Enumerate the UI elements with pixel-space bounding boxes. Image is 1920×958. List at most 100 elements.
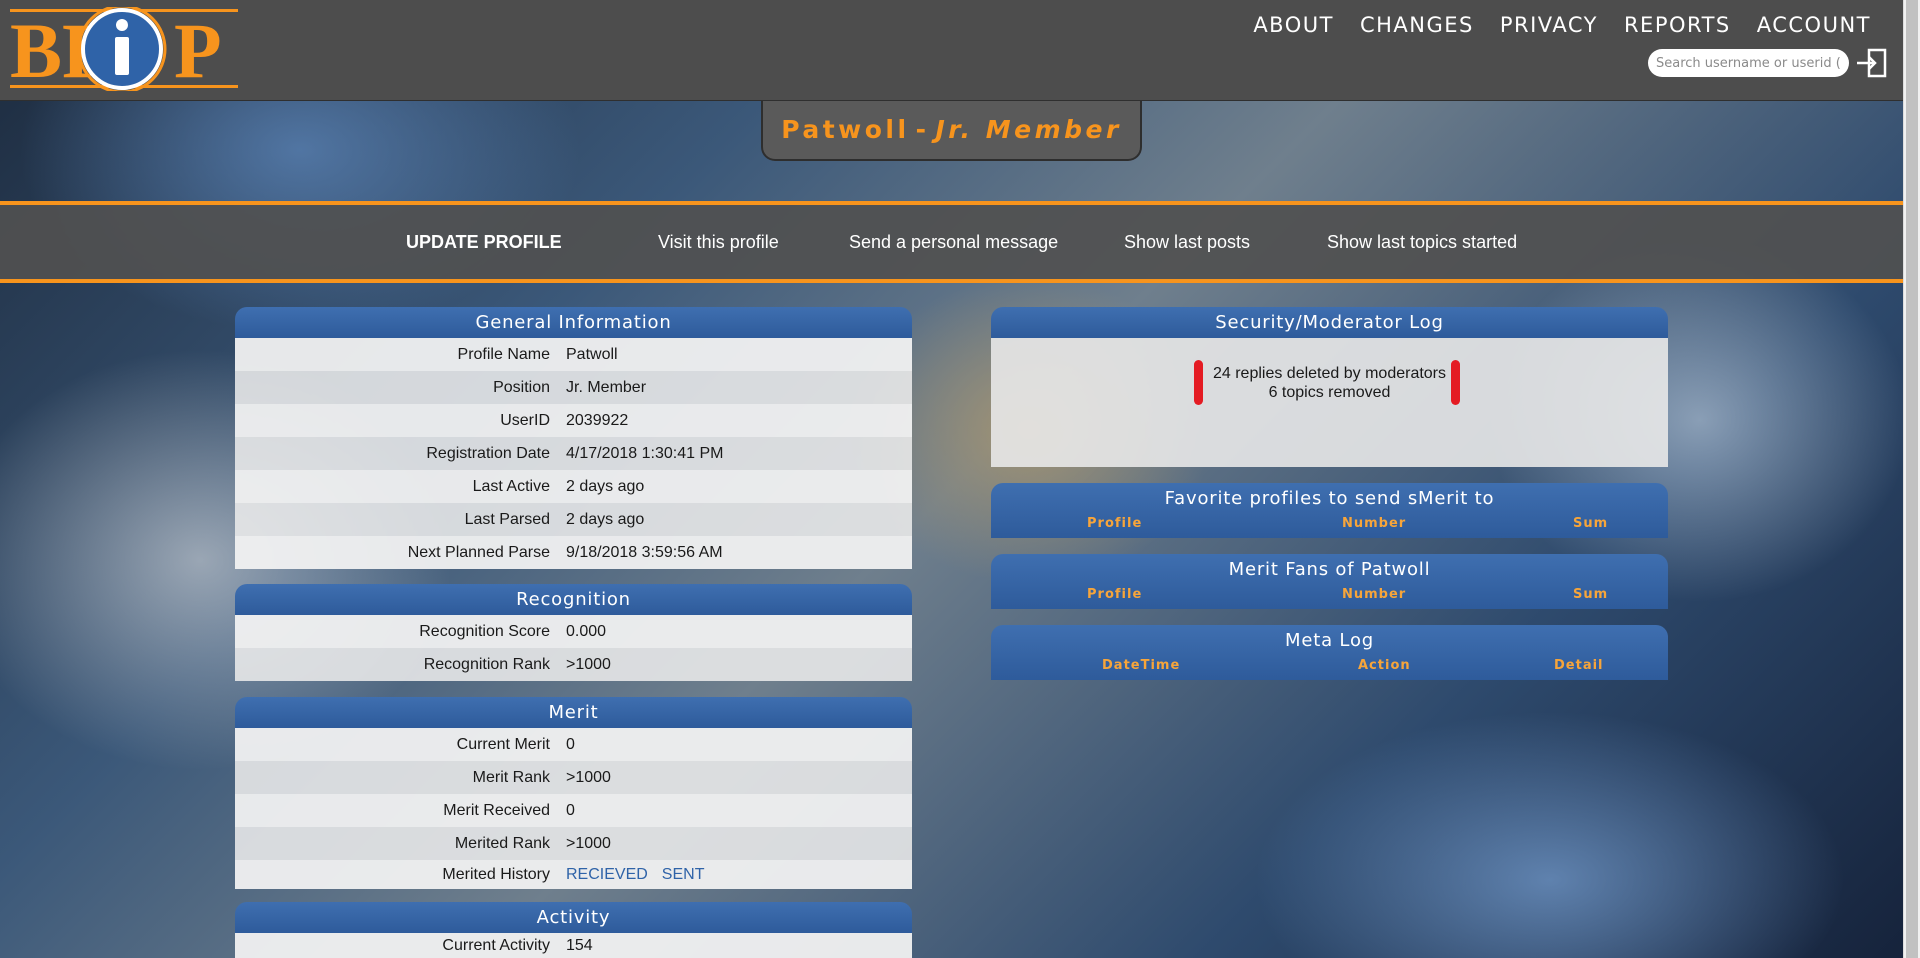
general-info-body: Profile Name Patwoll Position Jr. Member U… <box>235 338 912 569</box>
row-label: Recognition Score <box>419 622 550 640</box>
main-nav: ABOUT CHANGES PRIVACY REPORTS ACCOUNT <box>1253 13 1871 37</box>
col-header-number[interactable]: Number <box>1342 587 1406 602</box>
meta-log-panel: Meta Log DateTime Action Detail <box>991 625 1668 680</box>
info-row: Profile Name Patwoll <box>235 338 912 371</box>
col-header-profile[interactable]: Profile <box>1087 587 1142 602</box>
panel-title: Activity <box>235 902 912 933</box>
info-row: Next Planned Parse 9/18/2018 3:59:56 AM <box>235 536 912 569</box>
merit-fans-panel: Merit Fans of Patwoll Profile Number Sum <box>991 554 1668 609</box>
info-row: Current Merit 0 <box>235 728 912 761</box>
security-log-panel: Security/Moderator Log 24 replies delete… <box>991 307 1668 467</box>
info-row: Last Active 2 days ago <box>235 470 912 503</box>
row-label: Merit Rank <box>472 768 550 786</box>
row-label: Profile Name <box>457 345 550 363</box>
row-value: >1000 <box>566 834 611 852</box>
row-value: 0.000 <box>566 622 607 640</box>
row-value: 0 <box>566 735 575 753</box>
activity-body: Current Activity 154 <box>235 933 912 958</box>
row-label: Next Planned Parse <box>407 543 550 561</box>
merit-body: Current Merit 0 Merit Rank >1000 Merit Rec… <box>235 728 912 889</box>
recognition-body: Recognition Score 0.000 Recognition Rank >… <box>235 615 912 681</box>
row-label: Last Active <box>472 477 550 495</box>
bpip-logo[interactable]: BP P <box>10 7 238 91</box>
row-label: Position <box>493 378 550 396</box>
row-label: Merited History <box>442 865 550 883</box>
panel-title: General Information <box>235 307 912 338</box>
row-label: Last Parsed <box>464 510 550 528</box>
row-value: 2039922 <box>566 411 629 429</box>
visit-profile-link[interactable]: Visit this profile <box>658 232 779 253</box>
title-separator: - <box>915 115 930 144</box>
panel-title: Favorite profiles to send sMerit to <box>1164 488 1495 509</box>
profile-rank-title: Jr. Member <box>935 115 1122 144</box>
row-label: UserID <box>500 411 550 429</box>
info-row: Last Parsed 2 days ago <box>235 503 912 536</box>
activity-panel: Activity Current Activity 154 <box>235 902 912 958</box>
history-sent-link[interactable]: SENT <box>662 866 705 883</box>
row-label: Current Activity <box>442 936 550 954</box>
info-row: Merit Rank >1000 <box>235 761 912 794</box>
panel-title: Security/Moderator Log <box>991 307 1668 338</box>
row-value: >1000 <box>566 768 611 786</box>
scrollbar-track[interactable] <box>1903 0 1920 958</box>
info-row: Current Activity 154 <box>235 933 912 958</box>
panel-title: Meta Log <box>1285 630 1374 651</box>
recognition-panel: Recognition Recognition Score 0.000 Recog… <box>235 584 912 681</box>
info-row: Position Jr. Member <box>235 371 912 404</box>
last-topics-link[interactable]: Show last topics started <box>1327 232 1517 253</box>
topics-removed-text: 6 topics removed <box>1268 384 1391 401</box>
deleted-replies-text: 24 replies deleted by moderators <box>1212 365 1447 382</box>
row-value: 9/18/2018 3:59:56 AM <box>566 543 723 561</box>
row-label: Merit Received <box>443 801 550 819</box>
profile-name-title: Patwoll <box>781 115 910 144</box>
col-header-action[interactable]: Action <box>1358 658 1411 673</box>
update-profile-link[interactable]: UPDATE PROFILE <box>406 232 562 253</box>
profile-subnav: UPDATE PROFILE Visit this profile Send a… <box>0 201 1903 283</box>
row-value: 0 <box>566 801 575 819</box>
row-label: Merited Rank <box>454 834 550 852</box>
nav-reports[interactable]: REPORTS <box>1624 13 1731 37</box>
info-row: Merit Received 0 <box>235 794 912 827</box>
col-header-number[interactable]: Number <box>1342 516 1406 531</box>
col-header-profile[interactable]: Profile <box>1087 516 1142 531</box>
profile-title-tab: Patwoll - Jr. Member <box>761 101 1142 161</box>
nav-about[interactable]: ABOUT <box>1253 13 1334 37</box>
col-header-detail[interactable]: Detail <box>1554 658 1604 673</box>
info-row: Merited Rank >1000 <box>235 827 912 860</box>
general-info-panel: General Information Profile Name Patwoll … <box>235 307 912 569</box>
row-value: Patwoll <box>566 345 618 363</box>
col-header-datetime[interactable]: DateTime <box>1102 658 1180 673</box>
info-row: Registration Date 4/17/2018 1:30:41 PM <box>235 437 912 470</box>
panel-title: Recognition <box>235 584 912 615</box>
info-row: UserID 2039922 <box>235 404 912 437</box>
info-row: Recognition Score 0.000 <box>235 615 912 648</box>
info-row: Recognition Rank >1000 <box>235 648 912 681</box>
col-header-sum[interactable]: Sum <box>1573 516 1608 531</box>
send-message-link[interactable]: Send a personal message <box>849 232 1058 253</box>
row-value: 154 <box>566 936 593 954</box>
nav-privacy[interactable]: PRIVACY <box>1500 13 1598 37</box>
nav-changes[interactable]: CHANGES <box>1360 13 1474 37</box>
scrollbar-thumb[interactable] <box>1906 0 1918 958</box>
row-value: 4/17/2018 1:30:41 PM <box>566 444 724 462</box>
merited-history-row: Merited History RECIEVED SENT <box>235 860 912 889</box>
search-area <box>1648 48 1887 78</box>
favorites-panel: Favorite profiles to send sMerit to Prof… <box>991 483 1668 538</box>
history-received-link[interactable]: RECIEVED <box>566 866 648 883</box>
top-header: BP P ABOUT CHANGES PRIVACY REPORTS ACCOU… <box>0 0 1903 101</box>
search-input[interactable] <box>1648 49 1849 77</box>
nav-account[interactable]: ACCOUNT <box>1757 13 1871 37</box>
row-value: >1000 <box>566 655 611 673</box>
panel-title: Merit Fans of Patwoll <box>1228 559 1431 580</box>
row-label: Current Merit <box>456 735 550 753</box>
row-label: Registration Date <box>426 444 550 462</box>
login-icon[interactable] <box>1855 48 1887 78</box>
row-value: Jr. Member <box>566 378 647 396</box>
row-label: Recognition Rank <box>423 655 550 673</box>
security-log-body: 24 replies deleted by moderators 6 topic… <box>991 338 1668 467</box>
row-value: 2 days ago <box>566 477 645 495</box>
svg-text:P: P <box>174 7 222 91</box>
col-header-sum[interactable]: Sum <box>1573 587 1608 602</box>
row-value: 2 days ago <box>566 510 645 528</box>
last-posts-link[interactable]: Show last posts <box>1124 232 1250 253</box>
